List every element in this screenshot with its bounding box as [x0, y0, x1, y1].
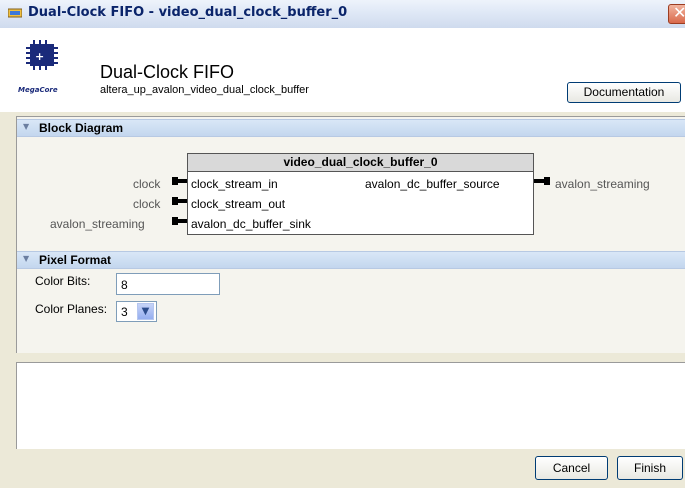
title-bar[interactable]: Dual-Clock FIFO - video_dual_clock_buffe… — [0, 0, 685, 29]
finish-button[interactable]: Finish — [617, 456, 683, 480]
color-bits-label: Color Bits: — [35, 274, 91, 288]
internal-port-label: clock_stream_out — [191, 197, 286, 211]
close-icon: ✕ — [673, 3, 685, 22]
external-port-label: avalon_streaming — [50, 217, 145, 231]
color-bits-input[interactable]: 8 — [116, 273, 220, 295]
port-connector — [172, 199, 187, 203]
documentation-button[interactable]: Documentation — [567, 82, 681, 103]
collapse-triangle-icon[interactable]: ▼ — [23, 122, 29, 131]
external-port-label: clock — [133, 177, 161, 191]
megacore-logo: + MegaCore — [18, 38, 68, 100]
module-name: video_dual_clock_buffer_0 — [188, 154, 533, 172]
dialog-window: Dual-Clock FIFO - video_dual_clock_buffe… — [0, 0, 685, 488]
section-pixel-format[interactable]: ▼ Pixel Format — [17, 251, 685, 269]
collapse-triangle-icon[interactable]: ▼ — [23, 254, 29, 263]
section-label: Pixel Format — [39, 253, 112, 267]
port-connector — [172, 179, 187, 183]
megacore-chip-icon: + — [26, 40, 58, 70]
component-subtitle: altera_up_avalon_video_dual_clock_buffer — [100, 84, 309, 96]
app-icon — [8, 8, 22, 18]
external-port-label: clock — [133, 197, 161, 211]
window-title: Dual-Clock FIFO - video_dual_clock_buffe… — [28, 5, 348, 20]
component-header: + MegaCore Dual-Clock FIFO altera_up_ava… — [0, 28, 685, 112]
color-planes-value: 3 — [121, 305, 128, 319]
internal-port-label: avalon_dc_buffer_sink — [191, 217, 311, 231]
close-button[interactable]: ✕ — [668, 3, 685, 24]
chevron-down-icon[interactable]: ▼ — [137, 303, 154, 320]
port-connector — [172, 219, 187, 223]
component-title: Dual-Clock FIFO — [100, 62, 235, 82]
message-area — [16, 362, 685, 449]
external-port-label: avalon_streaming — [555, 177, 650, 191]
section-block-diagram[interactable]: ▼ Block Diagram — [17, 119, 685, 137]
internal-port-label: clock_stream_in — [191, 177, 278, 191]
logo-text: MegaCore — [18, 86, 58, 94]
svg-text:+: + — [35, 50, 44, 63]
internal-port-label: avalon_dc_buffer_source — [365, 177, 500, 191]
port-connector — [544, 177, 550, 185]
cancel-button[interactable]: Cancel — [535, 456, 608, 480]
section-label: Block Diagram — [39, 121, 124, 135]
color-planes-label: Color Planes: — [35, 302, 108, 316]
color-planes-select[interactable]: 3 ▼ — [116, 301, 157, 322]
